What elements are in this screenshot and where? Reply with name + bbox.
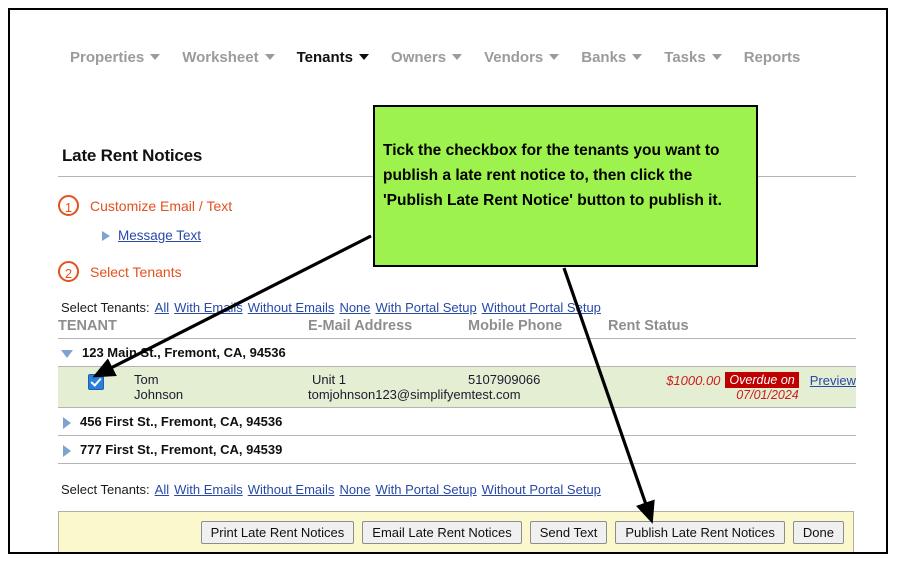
property-group-cell[interactable]: 456 First St., Fremont, CA, 94536 [58, 408, 856, 436]
preview-link[interactable]: Preview [810, 372, 856, 388]
tenant-unit: Unit 1 [308, 372, 346, 387]
filter-link-none[interactable]: None [339, 482, 370, 497]
done-button[interactable]: Done [793, 521, 844, 544]
property-address: 456 First St., Fremont, CA, 94536 [80, 414, 282, 429]
column-header-rent-status: Rent Status [608, 317, 856, 339]
property-group-cell[interactable]: 777 First St., Fremont, CA, 94539 [58, 436, 856, 464]
publish-late-rent-notices-button[interactable]: Publish Late Rent Notices [615, 521, 785, 544]
overdue-status: Overdue on 07/01/2024 [725, 372, 798, 402]
nav-item-worksheet[interactable]: Worksheet [182, 49, 274, 66]
step-number-badge: 2 [58, 261, 79, 282]
nav-item-banks[interactable]: Banks [581, 49, 642, 66]
filter-link-with-emails[interactable]: With Emails [174, 300, 243, 315]
property-address: 777 First St., Fremont, CA, 94539 [80, 442, 282, 457]
chevron-down-icon [150, 54, 160, 60]
rent-amount: $1000.00 [666, 372, 720, 388]
annotation-callout-box: Tick the checkbox for the tenants you wa… [373, 105, 758, 267]
chevron-down-icon [712, 54, 722, 60]
property-group-row[interactable]: 777 First St., Fremont, CA, 94539 [58, 436, 856, 464]
select-tenants-filter-bottom: Select Tenants: All With Emails Without Ema… [61, 482, 856, 497]
application-window: Properties Worksheet Tenants Owners Vend… [8, 8, 888, 554]
nav-item-owners[interactable]: Owners [391, 49, 462, 66]
tenant-name: Tom Johnson [134, 372, 183, 402]
nav-label: Worksheet [182, 49, 258, 66]
filter-link-all[interactable]: All [155, 300, 169, 315]
tenant-unit-and-email-cell: Unit 1 tomjohnson123@simplifyemtest.com [308, 367, 468, 408]
email-late-rent-notices-button[interactable]: Email Late Rent Notices [362, 521, 521, 544]
chevron-right-icon[interactable] [63, 445, 71, 457]
table-header-row: TENANT E-Mail Address Mobile Phone Rent … [58, 317, 856, 339]
filter-link-none[interactable]: None [339, 300, 370, 315]
tenant-phone: 5107909066 [468, 372, 540, 387]
filter-link-with-portal-setup[interactable]: With Portal Setup [376, 482, 477, 497]
tenant-email: tomjohnson123@simplifyemtest.com [308, 387, 521, 402]
nav-label: Vendors [484, 49, 543, 66]
nav-label: Owners [391, 49, 446, 66]
chevron-down-icon[interactable] [61, 350, 73, 358]
select-tenants-filter-top: Select Tenants: All With Emails Without Ema… [61, 300, 856, 315]
nav-item-reports[interactable]: Reports [744, 49, 801, 66]
select-tenants-label: Select Tenants: [61, 300, 150, 315]
nav-label: Tasks [664, 49, 705, 66]
overdue-date: 07/01/2024 [725, 388, 798, 402]
chevron-down-icon [632, 54, 642, 60]
status-badge: Overdue on [725, 372, 798, 388]
action-button-bar: Print Late Rent Notices Email Late Rent … [58, 511, 854, 554]
annotation-callout-text: Tick the checkbox for the tenants you wa… [383, 138, 751, 213]
filter-link-without-emails[interactable]: Without Emails [248, 482, 335, 497]
nav-label: Reports [744, 49, 801, 66]
filter-link-with-emails[interactable]: With Emails [174, 482, 243, 497]
column-header-tenant: TENANT [58, 317, 308, 339]
property-group-cell[interactable]: 123 Main St., Fremont, CA, 94536 [58, 339, 856, 367]
nav-label: Banks [581, 49, 626, 66]
step-label: Select Tenants [90, 264, 182, 280]
property-group-row[interactable]: 456 First St., Fremont, CA, 94536 [58, 408, 856, 436]
filter-link-without-portal-setup[interactable]: Without Portal Setup [482, 300, 601, 315]
send-text-button[interactable]: Send Text [530, 521, 608, 544]
chevron-right-icon[interactable] [63, 417, 71, 429]
print-late-rent-notices-button[interactable]: Print Late Rent Notices [201, 521, 355, 544]
tenant-name-cell: Tom Johnson [58, 367, 308, 408]
step-label: Customize Email / Text [90, 198, 232, 214]
message-text-link[interactable]: Message Text [118, 228, 201, 243]
tenant-table: TENANT E-Mail Address Mobile Phone Rent … [58, 317, 856, 464]
select-tenants-label: Select Tenants: [61, 482, 150, 497]
tenant-select-checkbox[interactable] [88, 374, 104, 390]
property-address: 123 Main St., Fremont, CA, 94536 [82, 345, 286, 360]
filter-link-all[interactable]: All [155, 482, 169, 497]
nav-item-tenants[interactable]: Tenants [297, 49, 369, 66]
nav-label: Properties [70, 49, 144, 66]
column-header-phone: Mobile Phone [468, 317, 608, 339]
property-group-row[interactable]: 123 Main St., Fremont, CA, 94536 [58, 339, 856, 367]
chevron-right-icon [102, 231, 110, 241]
nav-label: Tenants [297, 49, 353, 66]
chevron-down-icon [549, 54, 559, 60]
nav-item-properties[interactable]: Properties [70, 49, 160, 66]
table-row[interactable]: Tom Johnson Unit 1 tomjohnson123@simplif… [58, 367, 856, 408]
chevron-down-icon [452, 54, 462, 60]
column-header-email: E-Mail Address [308, 317, 468, 339]
tenant-rent-status-cell: $1000.00 Overdue on 07/01/2024 Preview [608, 367, 856, 408]
chevron-down-icon [359, 54, 369, 60]
filter-link-without-portal-setup[interactable]: Without Portal Setup [482, 482, 601, 497]
filter-link-with-portal-setup[interactable]: With Portal Setup [376, 300, 477, 315]
nav-item-tasks[interactable]: Tasks [664, 49, 721, 66]
nav-item-vendors[interactable]: Vendors [484, 49, 559, 66]
step-number-badge: 1 [58, 195, 79, 216]
chevron-down-icon [265, 54, 275, 60]
main-navigation: Properties Worksheet Tenants Owners Vend… [10, 40, 886, 74]
filter-link-without-emails[interactable]: Without Emails [248, 300, 335, 315]
